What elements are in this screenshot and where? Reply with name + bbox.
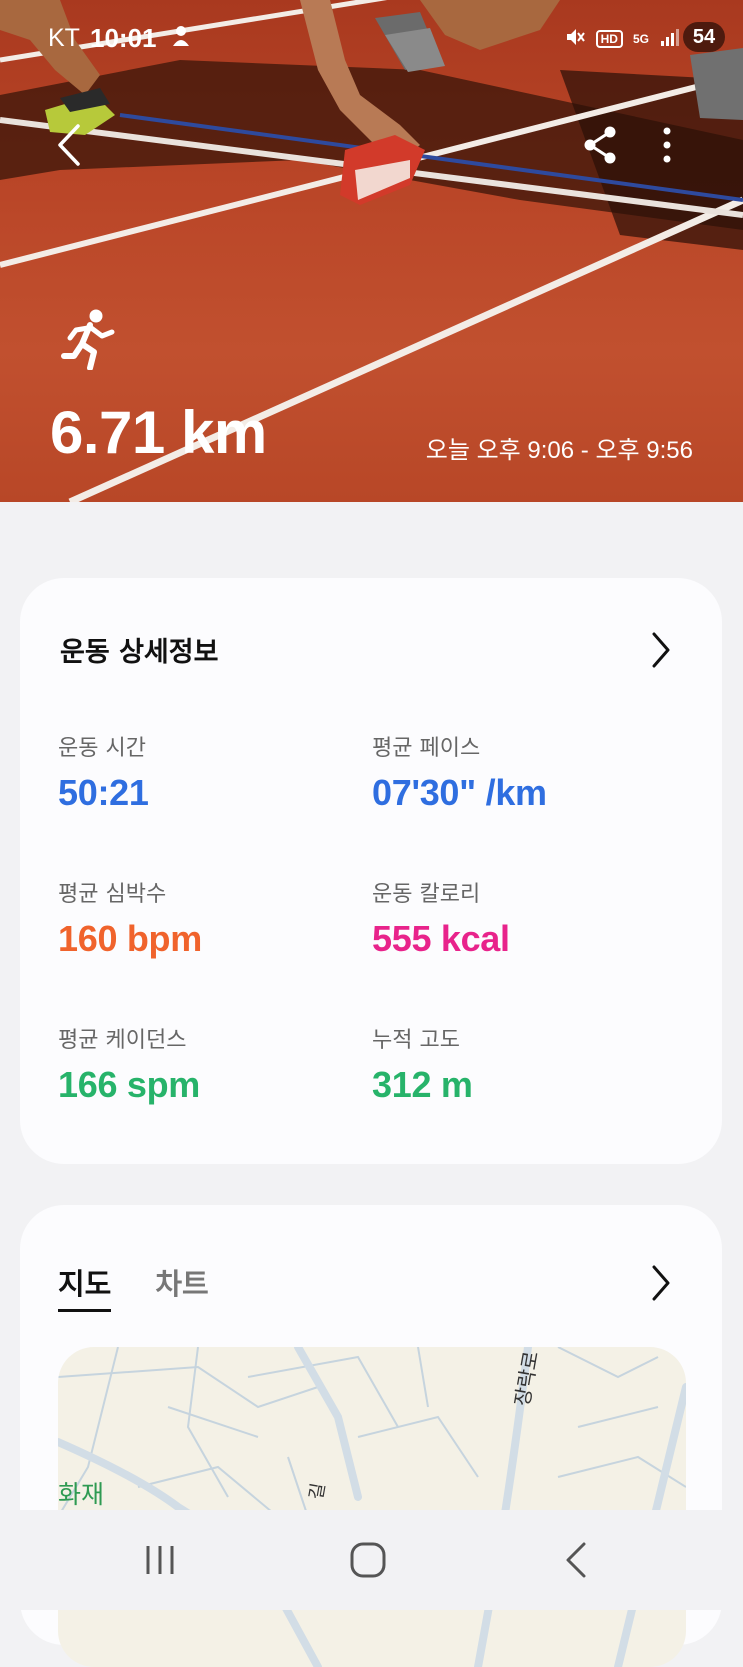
- stat-value: 50:21: [58, 772, 149, 813]
- chevron-right-icon[interactable]: [648, 630, 674, 670]
- clock: 10:01: [90, 23, 157, 53]
- recents-button[interactable]: [138, 1540, 182, 1580]
- stat-value: 555 kcal: [372, 918, 510, 959]
- stat-avg-heart-rate: 평균 심박수 160 bpm: [58, 876, 202, 960]
- tab-map[interactable]: 지도: [58, 1261, 112, 1312]
- running-icon: [60, 308, 116, 371]
- stat-avg-cadence: 평균 케이던스 166 spm: [58, 1022, 200, 1106]
- map-label-place: 화재: [58, 1480, 105, 1509]
- stat-label: 누적 고도: [372, 1028, 460, 1053]
- stat-value: 160 bpm: [58, 918, 202, 959]
- network-indicator: 5G: [632, 32, 649, 46]
- stat-label: 운동 칼로리: [372, 882, 481, 907]
- share-icon: [584, 126, 616, 164]
- stat-label: 평균 심박수: [58, 882, 167, 907]
- workout-time-range: 오늘 오후 9:06 - 오후 9:56: [425, 437, 693, 464]
- stat-calories: 운동 칼로리 555 kcal: [372, 876, 510, 960]
- recents-icon: [146, 1546, 174, 1574]
- stat-elevation-gain: 누적 고도 312 m: [372, 1022, 473, 1106]
- hd-badge: HD: [595, 30, 623, 48]
- workout-distance: 6.71 km: [50, 399, 267, 466]
- stat-value: 312 m: [372, 1064, 473, 1105]
- nav-back-icon: [566, 1542, 586, 1578]
- stat-label: 운동 시간: [58, 736, 146, 761]
- chevron-right-icon[interactable]: [648, 1263, 674, 1303]
- mute-icon: [564, 26, 586, 52]
- stat-workout-time: 운동 시간 50:21: [58, 730, 149, 814]
- status-bar: KT 10:01 HD 5G 54: [0, 18, 743, 58]
- hero-banner: KT 10:01 HD 5G 54 6.71 km 오늘 오후 9:06 - 오…: [0, 0, 743, 502]
- home-button[interactable]: [346, 1540, 390, 1580]
- battery-indicator: 54: [683, 22, 725, 52]
- back-button[interactable]: [50, 120, 94, 170]
- stat-label: 평균 페이스: [372, 736, 481, 761]
- notification-icon: [170, 24, 192, 54]
- back-arrow-icon: [58, 124, 80, 166]
- stat-value: 07'30" /km: [372, 772, 547, 813]
- stat-avg-pace: 평균 페이스 07'30" /km: [372, 730, 547, 814]
- nav-back-button[interactable]: [556, 1540, 600, 1580]
- more-vertical-icon: [663, 127, 671, 163]
- share-button[interactable]: [580, 122, 622, 168]
- carrier-label: KT: [48, 24, 80, 52]
- map-chart-tabs: 지도 차트: [58, 1261, 209, 1312]
- system-icons: HD 5G: [564, 26, 681, 52]
- workout-details-card[interactable]: 운동 상세정보 운동 시간 50:21 평균 페이스 07'30" /km 평균…: [20, 578, 722, 1164]
- stat-value: 166 spm: [58, 1064, 200, 1105]
- home-icon: [350, 1542, 386, 1578]
- route-map[interactable]: 장락로 길 화재: [58, 1347, 686, 1667]
- tab-chart[interactable]: 차트: [155, 1261, 208, 1312]
- system-navigation-bar: [0, 1510, 743, 1610]
- stat-label: 평균 케이던스: [58, 1028, 187, 1053]
- map-streets: [58, 1347, 686, 1667]
- signal-icon: [659, 26, 681, 52]
- more-options-button[interactable]: [652, 122, 682, 168]
- details-title: 운동 상세정보: [60, 637, 219, 668]
